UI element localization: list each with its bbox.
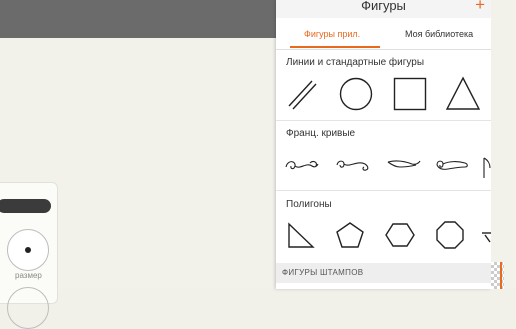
section-divider (276, 190, 491, 191)
french-curve-1-icon[interactable] (284, 155, 320, 175)
panel-title: Фигуры (361, 0, 406, 13)
french-curve-4-icon[interactable] (434, 155, 470, 175)
line-icon[interactable] (284, 76, 320, 112)
transparency-checker (491, 262, 504, 289)
section-title-basic-shapes: Линии и стандартные фигуры (286, 57, 425, 68)
stamp-shapes-label: ФИГУРЫ ШТАМПОВ (282, 268, 364, 277)
circle-icon[interactable] (338, 76, 374, 112)
star-icon[interactable] (481, 226, 491, 248)
tab-app-shapes[interactable]: Фигуры прил. (304, 29, 360, 39)
square-icon[interactable] (392, 76, 428, 112)
pentagon-icon[interactable] (335, 220, 365, 250)
octagon-icon[interactable] (435, 220, 465, 250)
brush-preview-control[interactable] (7, 287, 49, 329)
french-curve-5-partial-icon[interactable] (482, 150, 491, 186)
brush-size-dot-icon (25, 247, 31, 253)
add-shape-button[interactable]: + (475, 0, 485, 15)
section-title-polygons: Полигоны (286, 199, 332, 210)
shapes-panel: Фигуры + Фигуры прил. Моя библиотека Лин… (276, 0, 491, 289)
hexagon-icon[interactable] (385, 220, 415, 250)
section-title-french-curves: Франц. кривые (286, 128, 356, 139)
panel-header: Фигуры + (276, 0, 491, 18)
brush-size-control[interactable] (7, 229, 49, 271)
brush-settings-card: размер (0, 182, 58, 329)
selection-edge (500, 262, 502, 289)
triangle-icon[interactable] (445, 76, 481, 112)
french-curve-3-icon[interactable] (386, 155, 422, 175)
right-triangle-icon[interactable] (286, 220, 316, 250)
right-canvas-strip (491, 0, 516, 289)
stamp-shapes-header[interactable]: ФИГУРЫ ШТАМПОВ (276, 263, 491, 283)
active-tab-indicator (290, 46, 380, 48)
shape-tabs: Фигуры прил. Моя библиотека (276, 18, 491, 50)
french-curve-2-icon[interactable] (335, 155, 371, 175)
brush-size-label: размер (15, 271, 42, 280)
section-divider (276, 120, 491, 121)
opacity-slider[interactable] (0, 199, 51, 213)
tab-my-library[interactable]: Моя библиотека (405, 29, 473, 39)
